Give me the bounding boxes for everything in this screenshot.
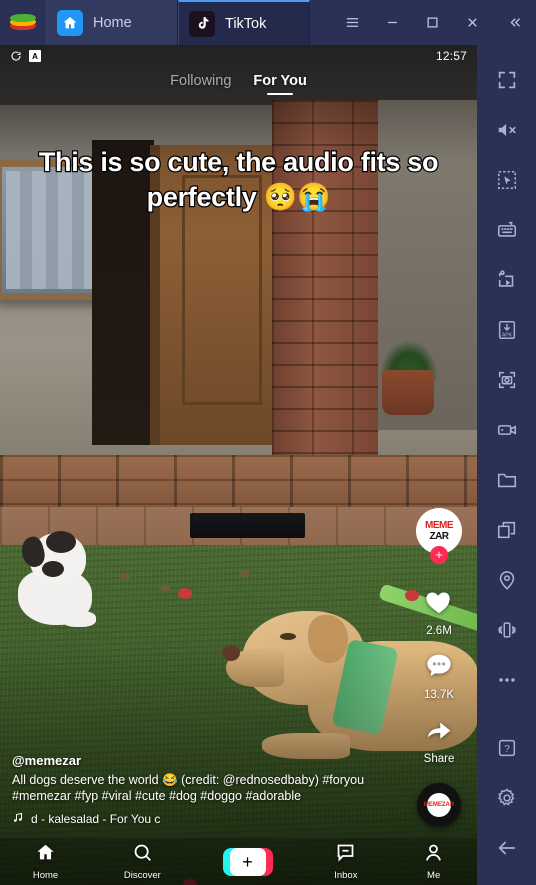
ellipsis-icon[interactable]	[477, 655, 536, 705]
nav-home-label: Home	[32, 870, 59, 881]
like-count: 2.6M	[426, 625, 452, 637]
android-screen[interactable]: A 12:57 Following For You This is so cut…	[0, 45, 477, 885]
bluestacks-logo-icon	[0, 0, 46, 45]
marquee-pointer-icon[interactable]	[477, 155, 536, 205]
nav-inbox-label: Inbox	[334, 870, 358, 881]
gear-icon[interactable]	[477, 773, 536, 823]
search-icon	[132, 842, 153, 868]
music-note-icon	[12, 811, 24, 827]
avatar-line-1: MEME	[425, 519, 454, 531]
share-button[interactable]: Share	[423, 715, 455, 765]
window-controls	[332, 0, 536, 45]
svg-text:APK: APK	[501, 332, 512, 338]
inbox-icon	[335, 842, 356, 868]
svg-text:?: ?	[504, 744, 510, 755]
nav-me-label: Me	[427, 870, 441, 881]
camera-screenshot-icon[interactable]	[477, 355, 536, 405]
caption-username[interactable]: @memezar	[12, 753, 402, 768]
location-pin-icon[interactable]	[477, 555, 536, 605]
plus-create-icon: +	[229, 847, 266, 876]
avatar-line-2: ZAR	[429, 530, 449, 542]
tab-home[interactable]: Home	[46, 0, 178, 45]
feed-tabs: Following For You	[0, 73, 477, 95]
back-arrow-icon[interactable]	[477, 823, 536, 873]
nav-discover[interactable]: Discover	[124, 842, 161, 881]
status-badge: A	[29, 50, 41, 62]
heart-icon	[422, 586, 456, 622]
music-disc-icon[interactable]: MEMEZAR	[417, 783, 461, 827]
nav-inbox[interactable]: Inbox	[334, 842, 357, 881]
comment-icon	[423, 651, 455, 686]
share-arrow-icon	[423, 715, 455, 750]
tab-tiktok[interactable]: TikTok	[178, 0, 310, 45]
video-overlay-text: This is so cute, the audio fits so perfe…	[38, 146, 440, 213]
caption-text: All dogs deserve the world 😂 (credit: @r…	[12, 772, 365, 803]
share-label: Share	[423, 753, 455, 765]
tab-tiktok-label: TikTok	[225, 15, 267, 32]
nav-me[interactable]: Me	[423, 842, 444, 881]
menu-button[interactable]	[332, 0, 372, 45]
tab-for-you[interactable]: For You	[253, 73, 306, 95]
copy-windows-icon[interactable]	[477, 505, 536, 555]
tab-following[interactable]: Following	[170, 73, 231, 95]
nav-home[interactable]: Home	[33, 842, 58, 881]
question-help-icon[interactable]: ?	[477, 723, 536, 773]
video-caption: @memezar All dogs deserve the world 😂 (c…	[12, 753, 402, 828]
action-rail: MEME ZAR + 2.6M 13.7K Share MEMEZAR	[409, 508, 469, 827]
minimize-button[interactable]	[372, 0, 412, 45]
close-button[interactable]	[452, 0, 492, 45]
tab-home-label: Home	[93, 14, 132, 31]
collapse-sidebar-button[interactable]	[492, 0, 536, 45]
music-disc-label: MEMEZAR	[424, 793, 454, 817]
apk-download-icon[interactable]: APK	[477, 305, 536, 355]
caption-music[interactable]: d - kalesalad - For You c	[12, 811, 402, 827]
music-title: d - kalesalad - For You c	[31, 812, 161, 826]
home-icon	[35, 842, 56, 868]
title-bar: Home TikTok	[0, 0, 536, 45]
nav-discover-label: Discover	[123, 870, 161, 881]
android-status-bar: A 12:57	[0, 45, 477, 67]
follow-button[interactable]: +	[430, 546, 448, 564]
video-record-icon[interactable]	[477, 405, 536, 455]
maximize-button[interactable]	[412, 0, 452, 45]
comment-count: 13.7K	[423, 689, 455, 701]
keyboard-icon[interactable]	[477, 205, 536, 255]
like-button[interactable]: 2.6M	[422, 586, 456, 637]
avatar[interactable]: MEME ZAR +	[416, 508, 462, 564]
create-video-button[interactable]: +	[222, 847, 273, 876]
speaker-mute-icon[interactable]	[477, 105, 536, 155]
person-icon	[423, 842, 444, 868]
home-icon	[57, 9, 83, 36]
rotate-screen-icon	[10, 50, 22, 62]
bluestacks-toolbar: APK ?	[477, 45, 536, 885]
status-time: 12:57	[435, 49, 467, 63]
folder-icon[interactable]	[477, 455, 536, 505]
bluestacks-window: Home TikTok A 12:57 Following For You Th…	[0, 0, 536, 885]
comment-button[interactable]: 13.7K	[423, 651, 455, 701]
tiktok-note-icon	[189, 10, 215, 37]
fullscreen-icon[interactable]	[477, 55, 536, 105]
macro-play-icon[interactable]	[477, 255, 536, 305]
shake-phone-icon[interactable]	[477, 605, 536, 655]
window-tabs: Home TikTok	[46, 0, 310, 45]
bottom-navigation: Home Discover + Inbox Me	[0, 838, 477, 885]
